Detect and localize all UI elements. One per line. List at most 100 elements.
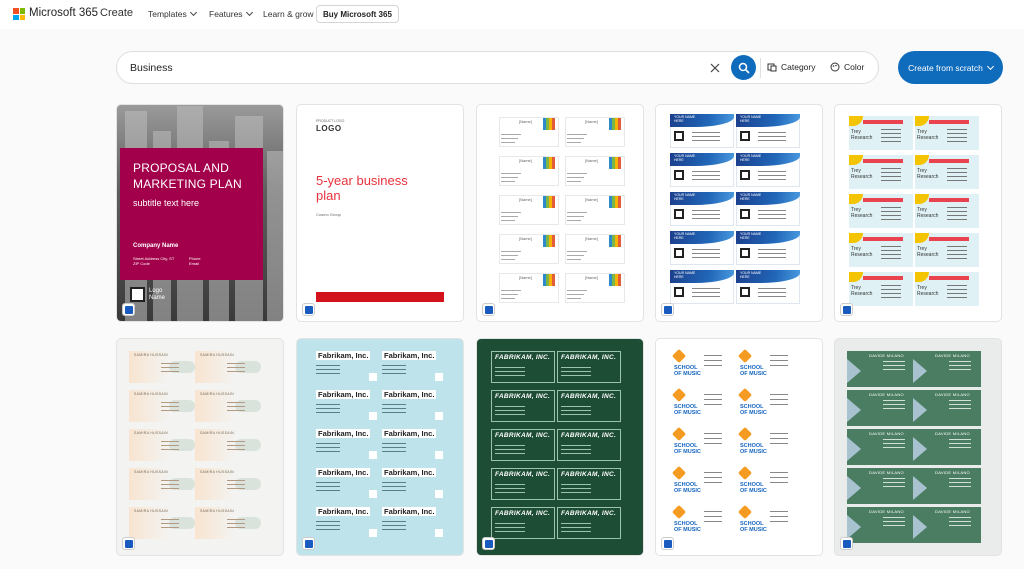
nav-learn[interactable]: Learn & grow (263, 9, 314, 19)
card-school: SCHOOL OF MUSIC (740, 482, 767, 494)
template-card-name-cards[interactable]: [Name] [Name] [Name] [Name] [Name] [Name] [Nam… (476, 104, 644, 322)
text-line (227, 367, 245, 368)
template-card-school-of-music[interactable]: SCHOOL OF MUSIC SCHOOL OF MUSIC SCHOOL OF … (655, 338, 823, 556)
text-line (382, 482, 406, 483)
red-stripe (929, 159, 969, 163)
word-icon (302, 303, 315, 316)
text-line (947, 219, 967, 220)
create-from-scratch-label: Create from scratch (908, 62, 983, 73)
text-line (227, 371, 245, 372)
plan-logo: LOGO (316, 124, 342, 133)
template-card-blue-wave[interactable]: YOUR NAME HERE YOUR NAME HERE YOUR NAME HE… (655, 104, 823, 322)
text-line (161, 410, 179, 411)
text-line (161, 445, 179, 446)
text-line (947, 297, 967, 298)
card-school: SCHOOL OF MUSIC (674, 404, 701, 416)
text-line (227, 523, 245, 524)
text-line (692, 253, 720, 254)
template-card-samira[interactable]: SAMIRA HUSSAIN SAMIRA HUSSAIN SAMIRA HUSSA… (116, 338, 284, 556)
card-school: SCHOOL OF MUSIC (674, 482, 701, 494)
text-line (161, 484, 179, 485)
color-bar (618, 196, 621, 208)
card-company: Fabrikam, Inc. (382, 390, 437, 399)
template-card-business-plan[interactable]: PRODUCT LOGO LOGO 5-year business plan C… (296, 104, 464, 322)
close-icon[interactable] (709, 62, 721, 74)
text-line (561, 367, 591, 368)
search-button[interactable] (731, 55, 756, 80)
text-line (316, 451, 340, 452)
text-line (567, 259, 581, 260)
text-line (495, 453, 525, 454)
text-line (161, 367, 179, 368)
word-icon (302, 537, 315, 550)
text-line (495, 375, 525, 376)
nav-templates[interactable]: Templates (148, 8, 197, 19)
divider (760, 58, 761, 78)
text-line (881, 285, 901, 286)
nav-features[interactable]: Features (209, 8, 253, 19)
nav-create[interactable]: Create (100, 7, 133, 19)
business-card-sheet: YOUR NAME HERE YOUR NAME HERE YOUR NAME HE… (656, 105, 822, 321)
text-line (704, 355, 722, 356)
buy-button[interactable]: Buy Microsoft 365 (316, 5, 399, 23)
text-line (227, 488, 245, 489)
card-name: DAVIDE MILANO (935, 353, 970, 358)
text-line (704, 404, 722, 405)
template-card-fabrikam-blue[interactable]: Fabrikam, Inc. Fabrikam, Inc. Fabrikam, In… (296, 338, 464, 556)
text-line (770, 443, 788, 444)
text-line (949, 404, 971, 405)
text-line (567, 294, 584, 295)
microsoft-logo-icon[interactable] (13, 8, 25, 20)
card-company: Trey Research (917, 129, 939, 141)
template-card-trey-research[interactable]: Trey Research Trey Research Trey Research T… (834, 104, 1002, 322)
text-line (316, 529, 340, 530)
text-line (495, 410, 525, 411)
card-name: YOUR NAME HERE (740, 193, 762, 201)
template-card-davide-milano[interactable]: DAVIDE MILANO DAVIDE MILANO DAVIDE MILANO D… (834, 338, 1002, 556)
star-icon (671, 504, 687, 520)
search-input[interactable]: Business (130, 62, 173, 74)
text-line (881, 137, 901, 138)
text-line (758, 218, 786, 219)
text-line (704, 477, 722, 478)
text-line (161, 363, 179, 364)
color-bar (552, 157, 555, 169)
category-filter[interactable]: Category (767, 62, 816, 72)
text-line (567, 251, 587, 252)
template-card-proposal[interactable]: PROPOSAL AND MARKETING PLAN subtitle tex… (116, 104, 284, 322)
text-line (949, 482, 971, 483)
card-name-placeholder: [Name] (519, 119, 532, 124)
text-line (495, 406, 525, 407)
color-bar (618, 235, 621, 247)
text-line (382, 365, 406, 366)
text-line (161, 441, 179, 442)
text-line (161, 527, 179, 528)
text-line (883, 404, 905, 405)
color-filter[interactable]: Color (830, 62, 864, 72)
template-card-fabrikam-green[interactable]: FABRIKAM, INC. FABRIKAM, INC. FABRIKAM, IN… (476, 338, 644, 556)
chevron-shape (847, 437, 861, 461)
chevron-down-icon (245, 8, 253, 17)
card-company: FABRIKAM, INC. (561, 471, 617, 478)
text-line (883, 365, 905, 366)
red-stripe (863, 276, 903, 280)
text-line (501, 142, 515, 143)
text-line (501, 216, 518, 217)
qr-code-icon (740, 287, 750, 297)
text-line (692, 214, 720, 215)
text-line (881, 297, 901, 298)
text-line (382, 529, 406, 530)
nav-templates-label: Templates (148, 9, 187, 19)
brand-name[interactable]: Microsoft 365 (29, 7, 98, 19)
text-line (704, 433, 722, 434)
proposal-company: Company Name (133, 243, 179, 249)
text-line (561, 414, 591, 415)
text-line (758, 210, 786, 211)
create-from-scratch-button[interactable]: Create from scratch (898, 51, 1003, 84)
card-company: FABRIKAM, INC. (495, 354, 551, 361)
text-line (881, 133, 901, 134)
text-line (947, 289, 967, 290)
white-square (435, 529, 443, 537)
text-line (227, 484, 245, 485)
text-line (947, 285, 967, 286)
